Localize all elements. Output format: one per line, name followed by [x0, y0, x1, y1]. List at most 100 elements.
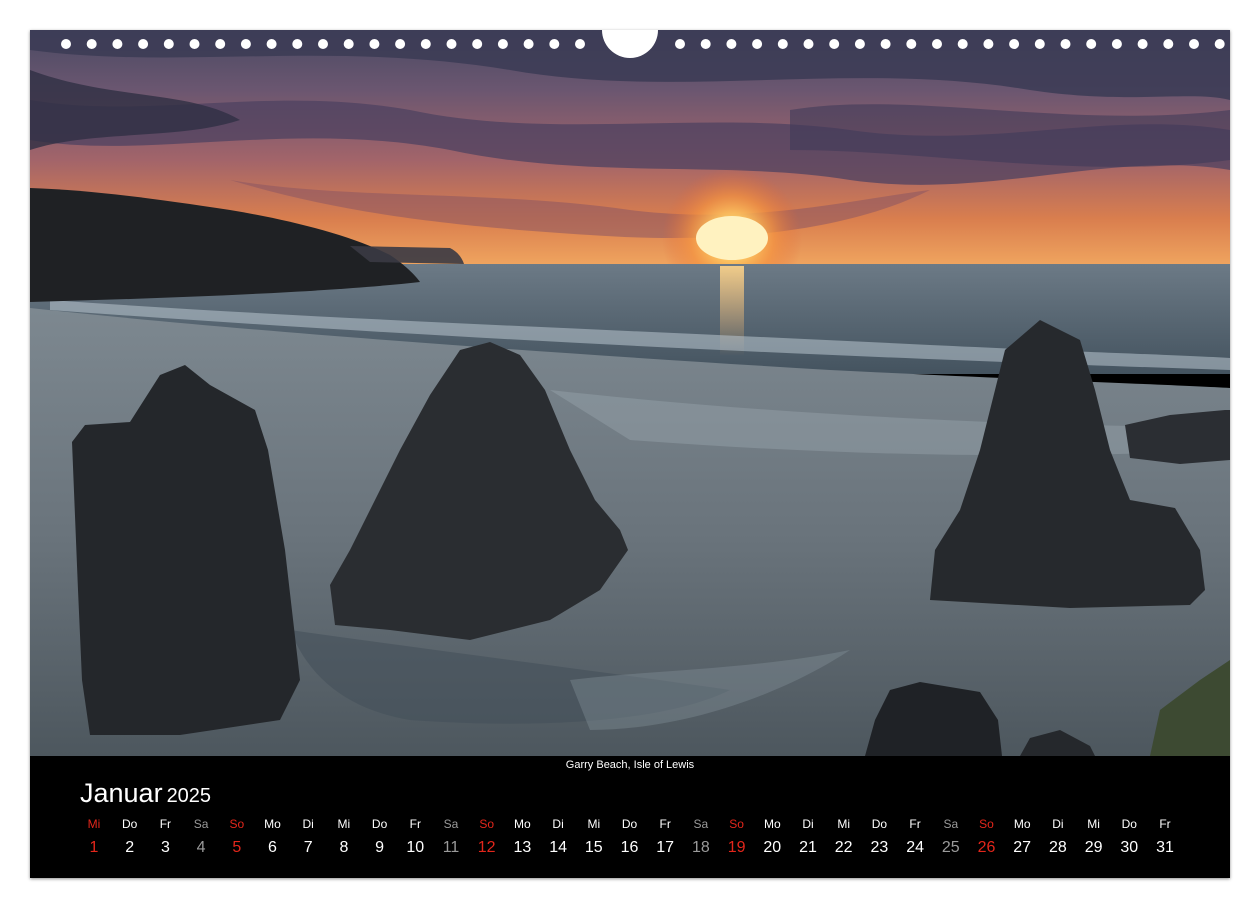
weekday-label: Sa: [693, 817, 709, 831]
weekday-label: Mi: [837, 817, 851, 831]
calendar-day: Mi 1: [79, 816, 109, 858]
day-number: 1: [89, 839, 99, 856]
day-number: 16: [620, 839, 639, 856]
calendar-day: So 19: [722, 816, 752, 858]
day-number: 11: [442, 839, 460, 856]
day-number: 13: [513, 839, 532, 856]
calendar-day: Mo 6: [258, 816, 288, 858]
day-number: 29: [1084, 839, 1103, 856]
month-heading: Januar 2025: [80, 778, 211, 809]
calendar-day: Sa 11: [436, 816, 466, 858]
day-number: 22: [834, 839, 853, 856]
weekday-label: Fr: [1159, 817, 1171, 831]
day-number: 26: [977, 839, 996, 856]
day-number: 28: [1048, 839, 1067, 856]
weekday-label: Mo: [264, 817, 281, 831]
weekday-label: Mi: [87, 817, 101, 831]
day-number: 8: [339, 839, 349, 856]
day-number: 7: [303, 839, 313, 856]
day-number: 18: [691, 839, 710, 856]
weekday-label: Di: [552, 817, 564, 831]
calendar-day: Sa 18: [686, 816, 716, 858]
weekday-label: Sa: [943, 817, 959, 831]
day-number: 9: [375, 839, 385, 856]
weekday-label: So: [729, 817, 744, 831]
calendar-day: Di 7: [293, 816, 323, 858]
calendar-day: Di 28: [1043, 816, 1073, 858]
calendar-day: Fr 3: [150, 816, 180, 858]
day-number: 27: [1013, 839, 1032, 856]
day-number: 4: [196, 839, 206, 856]
day-number: 6: [268, 839, 277, 856]
day-number: 25: [941, 839, 960, 856]
day-number: 19: [727, 839, 746, 856]
weekday-label: Do: [621, 817, 638, 831]
day-number: 5: [232, 839, 242, 856]
day-number: 14: [549, 839, 567, 856]
weekday-label: Do: [122, 817, 138, 831]
day-number: 23: [870, 839, 889, 856]
weekday-label: So: [979, 817, 994, 831]
calendar-day: So 5: [222, 816, 252, 858]
calendar-day: Fr 24: [900, 816, 930, 858]
weekday-label: So: [479, 817, 495, 831]
day-number: 12: [477, 839, 496, 856]
month-name: Januar: [80, 778, 163, 808]
weekday-label: Do: [871, 817, 888, 831]
day-number: 17: [656, 839, 675, 856]
calendar-day: Do 9: [365, 816, 395, 858]
calendar-day: Do 2: [115, 816, 145, 858]
calendar-day: So 12: [472, 816, 502, 858]
calendar-day: Mo 27: [1007, 816, 1037, 858]
weekday-label: Mo: [1013, 817, 1031, 831]
calendar-day: Di 21: [793, 816, 823, 858]
weekday-label: Fr: [159, 817, 172, 831]
weekday-label: Mo: [514, 817, 531, 831]
weekday-label: Mi: [587, 817, 601, 831]
day-number: 30: [1120, 839, 1139, 856]
day-number: 24: [906, 839, 924, 856]
calendar-day: Sa 25: [936, 816, 966, 858]
calendar-day: So 26: [972, 816, 1002, 858]
weekday-label: Fr: [909, 817, 921, 831]
calendar-day: Mi 8: [329, 816, 359, 858]
sea-stacks-sunset-photo: [30, 30, 1230, 756]
day-number: 20: [763, 839, 782, 856]
weekday-label: Mi: [337, 817, 351, 831]
weekday-label: Mi: [1087, 817, 1100, 831]
calendar-page: Garry Beach, Isle of Lewis Januar 2025 Mi…: [30, 30, 1230, 878]
calendar-day: Fr 17: [650, 816, 680, 858]
weekday-label: Di: [802, 817, 814, 831]
weekday-label: Mo: [763, 817, 781, 831]
weekday-label: Sa: [193, 817, 209, 831]
day-number: 31: [1156, 839, 1174, 856]
calendar-day: Do 30: [1114, 816, 1144, 858]
calendar-day: Sa 4: [186, 816, 216, 858]
calendar-day: Do 16: [615, 816, 645, 858]
day-number: 10: [406, 839, 425, 856]
photo-caption: Garry Beach, Isle of Lewis: [565, 759, 695, 771]
day-number: 21: [799, 839, 817, 856]
weekday-label: Do: [1121, 817, 1137, 831]
weekday-label: Fr: [409, 817, 421, 831]
weekday-label: So: [229, 817, 245, 831]
calendar-day: Fr 31: [1150, 816, 1180, 858]
calendar-day: Mo 20: [757, 816, 787, 858]
day-number: 2: [125, 839, 135, 856]
calendar-row: Mi 1 Do 2 Fr 3 Sa 4 So 5 Mo 6 Di 7 Mi 8 Do 9 Fr 10 Sa 11 So 12 M…: [30, 816, 1230, 868]
calendar-day: Mo 13: [507, 816, 537, 858]
weekday-label: Di: [1052, 817, 1064, 831]
weekday-label: Di: [302, 817, 314, 831]
day-number: 15: [584, 839, 603, 856]
day-number: 3: [160, 839, 170, 856]
calendar-day: Mi 15: [579, 816, 609, 858]
calendar-day: Mi 22: [829, 816, 859, 858]
calendar-day: Do 23: [864, 816, 894, 858]
weekday-label: Fr: [659, 817, 671, 831]
calendar-day: Mi 29: [1079, 816, 1109, 858]
month-year: 2025: [166, 785, 212, 807]
weekday-label: Do: [371, 817, 388, 831]
calendar-day: Fr 10: [400, 816, 430, 858]
calendar-day: Di 14: [543, 816, 573, 858]
weekday-label: Sa: [443, 817, 459, 831]
